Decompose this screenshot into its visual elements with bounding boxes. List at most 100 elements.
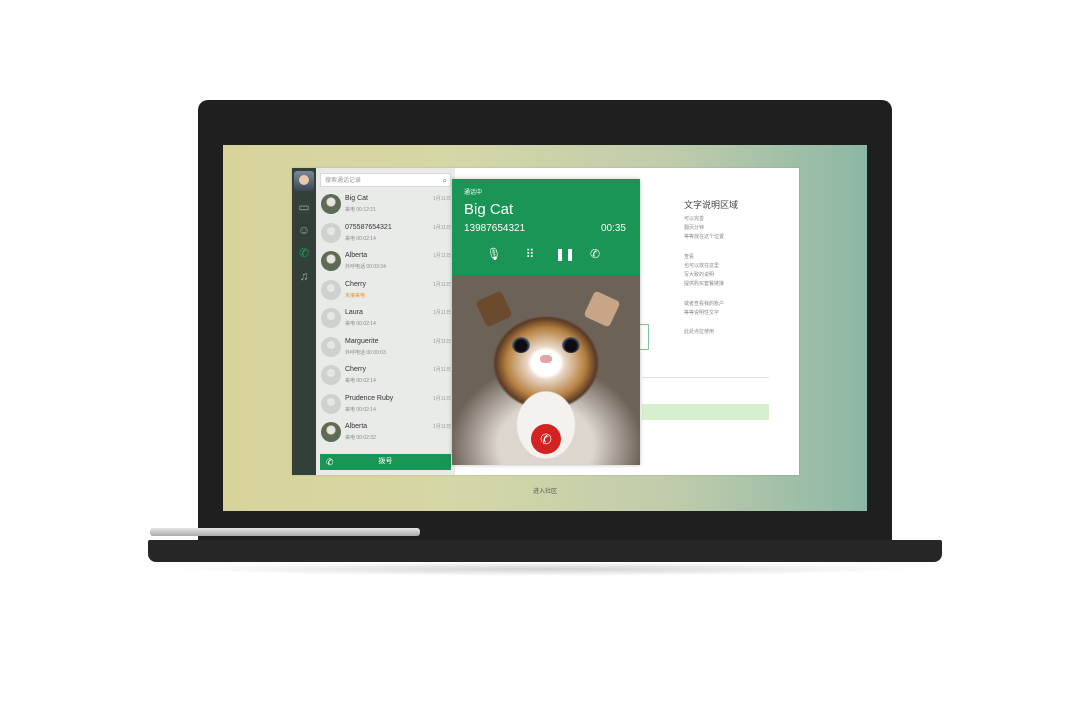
call-date: 1月11日 [433,253,451,259]
active-call-panel: 通话中 Big Cat 13987654321 00:35 🎙 ⠿ ❚❚ ✆ ✆ [452,179,640,465]
call-date: 1月11日 [433,367,451,373]
laptop-screen: ▭ ☺ ✆ ♫ 搜索通话记录 ⌕ Big Cat 来电 00:12:21 1月11日… [223,145,867,511]
call-duration: 00:02:32 [356,435,376,441]
contact-name: Alberta [345,252,368,259]
call-timer: 00:35 [600,223,626,234]
avatar [321,222,341,243]
call-type: 来电 00:02:14 [345,377,376,384]
call-duration: 00:02:14 [356,378,376,384]
contact-name: Prudence Ruby [345,394,394,402]
call-duration: 00:12:21 [356,207,376,213]
dial-label: 拨号 [378,458,393,465]
avatar [321,251,341,271]
avatar [321,194,341,214]
description-line: 等等说明性文字 [684,310,720,316]
caller-number: 13987654321 [464,223,526,234]
call-date: 1月11日 [433,395,451,402]
avatar [321,279,341,300]
call-type: 外呼电话 00:00:03 [345,349,386,356]
description-line: 也可以放在这里 [684,263,720,269]
bell-icon[interactable]: ♫ [297,269,311,283]
keypad-icon[interactable]: ⠿ [522,246,538,262]
search-input[interactable]: 搜索通话记录 ⌕ [320,173,451,187]
contacts-icon[interactable]: ☺ [297,223,311,237]
cat-eye [562,337,580,353]
call-date: 1月11日 [433,424,451,430]
call-history-item[interactable]: 07558765432​1 来电 00:02:14 1月11日 [316,219,455,247]
call-duration: 00:02:14 [356,406,376,413]
laptop-base-lip [150,528,420,536]
call-date: 1月11日 [433,224,451,231]
call-duration: 00:00:03 [366,349,386,356]
call-status: 通话中 [464,190,483,196]
search-icon[interactable]: ⌕ [443,174,447,188]
dial-button[interactable]: ✆ 拨号 [320,454,451,470]
contact-name: Cherry [345,280,367,288]
description-line: 或者查看我的账户 [684,301,725,307]
progress-strip [642,404,769,420]
avatar [321,336,341,357]
call-type: 未接来电 [345,292,365,299]
description-line: 写大致的说明 [684,272,715,278]
call-history-item[interactable]: Alberta 外呼电话 00:03:34 1月11日 [316,247,455,275]
call-history-item[interactable]: Big Cat 来电 00:12:21 1月11日 [316,190,455,218]
phone-icon: ✆ [326,457,334,467]
call-type-label: 来电 [345,207,356,213]
caller-name: Big Cat [464,201,514,218]
cat-nose [540,355,552,363]
call-type-label: 来电 [345,378,356,384]
call-history-item[interactable]: Alberta 来电 00:02:32 1月11日 [316,418,455,446]
cat-ear [583,290,621,328]
contact-name: Big Cat [345,195,368,202]
call-history-item[interactable]: Prudence Ruby 来电 00:02:14 1月11日 [316,390,455,418]
avatar [321,422,341,442]
call-date: 1月11日 [433,310,451,316]
description-line: 提供购买套餐链接 [684,281,725,287]
call-type: 来电 00:12:21 [345,206,376,213]
call-history-item[interactable]: Laura 来电 00:02:14 1月11日 [316,304,455,332]
contact-name: Alberta [345,423,368,430]
call-history-item[interactable]: Marguerite 外呼电话 00:00:03 1月11日 [316,333,455,361]
call-history-item[interactable]: Cherry 未接来电 1月11日 [316,276,455,304]
search-placeholder: 搜索通话记录 [325,178,362,184]
laptop-base [148,540,942,562]
avatar [321,393,341,414]
description-pane: 文字说明区域 可以完善 翻页分钟 等等放在这个位置 查看 也可以放在这里 写大致… [640,168,799,475]
chat-icon[interactable]: ▭ [297,200,311,214]
call-duration: 00:02:14 [356,321,376,327]
mute-icon[interactable]: 🎙 [486,246,502,262]
add-call-icon[interactable]: ✆ [587,246,603,262]
call-type: 来电 00:02:14 [345,320,376,327]
cat-ear [475,290,513,328]
call-duration: 00:03:34 [366,264,386,270]
call-type-label: 未接来电 [345,292,366,299]
pause-icon[interactable]: ❚❚ [555,246,575,262]
description-line: 翻页分钟 [684,225,705,231]
cat-eye [512,337,530,353]
description-line: 可以完善 [684,216,705,222]
call-type-label: 来电 [345,321,356,327]
call-date: 1月11日 [433,196,451,202]
description-line: 等等放在这个位置 [684,234,725,240]
call-date: 1月11日 [433,338,451,345]
call-history-item[interactable]: Cherry 来电 00:02:14 1月11日 [316,361,455,389]
avatar [321,308,341,328]
call-type: 外呼电话 00:03:34 [345,263,386,270]
user-avatar[interactable] [294,171,314,191]
call-type-label: 外呼电话 [345,264,366,270]
call-history-pane: 搜索通话记录 ⌕ Big Cat 来电 00:12:21 1月11日 07558765… [316,168,455,475]
avatar [321,365,341,385]
call-duration: 00:02:14 [356,235,376,242]
hang-up-button[interactable]: ✆ [531,424,561,454]
description-line: 此处点拉使用 [684,329,715,335]
contact-name: Cherry [345,366,367,373]
phone-icon[interactable]: ✆ [297,246,311,260]
community-link[interactable]: 进入社区 [223,486,867,495]
call-type-label: 来电 [345,235,356,242]
description-line: 查看 [684,254,695,260]
laptop-shadow [170,562,920,576]
contact-name: 07558765432​1 [345,223,392,231]
call-type: 来电 00:02:32 [345,434,376,441]
description-title: 文字说明区域 [684,200,739,210]
side-tab[interactable] [640,324,649,350]
